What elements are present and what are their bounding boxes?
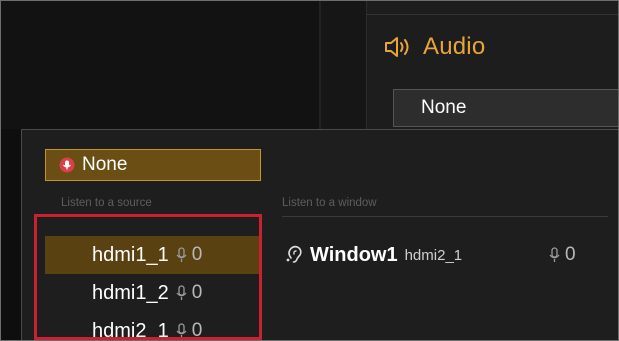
listener-count: 0 (191, 320, 203, 341)
source-item[interactable]: hdmi1_1 0 (45, 236, 261, 274)
window-item[interactable]: Window1 hdmi2_1 (284, 236, 462, 274)
source-name: hdmi1_1 (92, 243, 169, 266)
window-source: hdmi2_1 (404, 246, 463, 264)
audio-source-select[interactable]: None (393, 89, 618, 127)
audio-title: Audio (423, 33, 486, 60)
source-name: hdmi1_2 (92, 281, 169, 304)
mic-muted-icon (59, 157, 75, 173)
source-item[interactable]: hdmi1_2 0 (45, 274, 261, 312)
audio-select-value: None (421, 97, 467, 118)
mic-icon (176, 247, 187, 263)
window-listener-count: 0 (549, 236, 576, 274)
divider (366, 14, 618, 15)
window-name: Window1 (310, 243, 398, 266)
listener-count: 0 (191, 282, 203, 303)
window-section-label: Listen to a window (282, 197, 377, 209)
source-section-label: Listen to a source (61, 197, 152, 209)
none-option[interactable]: None (45, 149, 261, 181)
divider (282, 216, 608, 217)
none-option-label: None (82, 154, 128, 175)
left-pane (1, 1, 319, 129)
source-item[interactable]: hdmi2_1 0 (45, 312, 261, 341)
mic-icon (176, 285, 187, 301)
source-name: hdmi2_1 (92, 319, 169, 341)
mic-icon (549, 247, 560, 263)
divider (61, 216, 261, 217)
listener-count: 0 (191, 244, 203, 265)
audio-header: Audio (384, 29, 485, 65)
listener-count: 0 (565, 244, 576, 265)
mic-icon (176, 323, 187, 339)
source-list: hdmi1_1 0 hdmi1_2 0 hdmi2_1 0 (45, 236, 261, 341)
app-window: Audio None None Listen to a source Liste… (0, 0, 619, 341)
middle-pane (321, 1, 366, 129)
ear-icon (284, 244, 304, 266)
speaker-icon (384, 35, 414, 59)
